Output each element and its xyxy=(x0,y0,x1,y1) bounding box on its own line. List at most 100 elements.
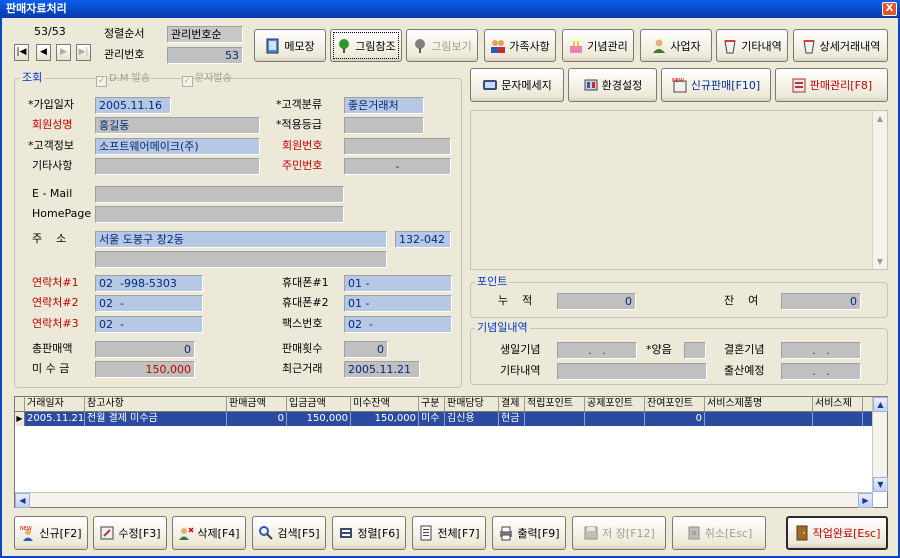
grid-column-header[interactable]: 결제 xyxy=(499,397,525,411)
fax-field[interactable]: 02 - xyxy=(344,316,452,333)
contact1-field[interactable]: 02 -998-5303 xyxy=(95,275,203,292)
join-date-field[interactable]: 2005.11.16 xyxy=(95,97,171,114)
lunar-field[interactable] xyxy=(684,342,706,359)
grid-column-header[interactable]: 공제포인트 xyxy=(585,397,645,411)
grid-column-header[interactable]: 구분 xyxy=(419,397,445,411)
other-anniv-field[interactable] xyxy=(557,363,707,380)
contact2-field[interactable]: 02 - xyxy=(95,295,203,312)
sms-checkbox[interactable]: ✓ 문자발송 xyxy=(182,73,232,87)
grid-cell[interactable]: 0 xyxy=(645,412,705,426)
grid-column-header[interactable]: 참고사항 xyxy=(85,397,227,411)
image-view-button[interactable]: 그림보기 xyxy=(406,29,478,62)
email-field[interactable] xyxy=(95,186,344,203)
receivable-label: 미 수 금 xyxy=(32,362,70,375)
last-icon: ▶| xyxy=(78,47,89,57)
grid-cell[interactable]: 미수 xyxy=(419,412,445,426)
next-record-button[interactable]: ▶ xyxy=(56,44,71,61)
grid-cell[interactable] xyxy=(585,412,645,426)
notes-scrollbar[interactable]: ▲ ▼ xyxy=(872,111,887,269)
birth-due-field[interactable]: . . xyxy=(781,363,861,380)
grid-column-header[interactable]: 미수잔액 xyxy=(351,397,419,411)
print-icon xyxy=(498,525,514,541)
grid-column-header[interactable]: 판매금액 xyxy=(227,397,287,411)
grid-cell[interactable]: 전월 결제 미수금 xyxy=(85,412,227,426)
grid-cell[interactable]: 0 xyxy=(227,412,287,426)
grid-cell[interactable]: 150,000 xyxy=(351,412,419,426)
grade-field[interactable] xyxy=(344,117,424,134)
grid-column-header[interactable]: 서비스제 xyxy=(813,397,863,411)
homepage-field[interactable] xyxy=(95,206,344,223)
grid-hscroll[interactable]: ◀ ▶ xyxy=(15,492,873,508)
detail-history-button[interactable]: 상세거래내역 xyxy=(793,29,888,62)
search-button[interactable]: 검색[F5] xyxy=(252,516,326,550)
print-button[interactable]: 출력[F9] xyxy=(492,516,566,550)
sms-button[interactable]: 문자메세지 xyxy=(470,68,564,102)
address-line2-field[interactable] xyxy=(95,251,387,268)
dm-checkbox[interactable]: ✓ D.M 발송 xyxy=(96,73,150,87)
contact3-field[interactable]: 02 - xyxy=(95,316,203,333)
grid-column-header[interactable]: 적립포인트 xyxy=(525,397,585,411)
prev-record-button[interactable]: ◀ xyxy=(36,44,51,61)
wedding-field[interactable]: . . xyxy=(781,342,861,359)
memo-button[interactable]: 메모장 xyxy=(254,29,326,62)
new-sale-button[interactable]: NEW 신규판매[F10] xyxy=(661,68,771,102)
sort-button[interactable]: 정렬[F6] xyxy=(332,516,406,550)
table-row[interactable]: 2005.11.21 전월 결제 미수금 0 150,000 150,000 미수 김신용 현… xyxy=(15,412,873,426)
other-history-button[interactable]: 기타내역 xyxy=(716,29,788,62)
member-name-field[interactable]: 홍길동 xyxy=(95,117,260,134)
done-button[interactable]: 작업완료[Esc] xyxy=(786,516,888,550)
cust-info-field[interactable]: 소프트웨어메이크(주) xyxy=(95,138,260,155)
sales-grid[interactable]: 거래일자 참고사항 판매금액 입금금액 미수잔액 구분 판매담당 결제 적립포인트 공제포인트 잔여… xyxy=(14,396,888,508)
grid-cell[interactable] xyxy=(813,412,863,426)
birthday-field[interactable]: . . xyxy=(557,342,637,359)
family-button[interactable]: 가족사항 xyxy=(484,29,556,62)
phone-icon xyxy=(482,77,498,93)
scroll-up-icon[interactable]: ▲ xyxy=(873,397,888,412)
anniversary-button[interactable]: 기념관리 xyxy=(562,29,634,62)
grid-cell[interactable]: 김신용 xyxy=(445,412,499,426)
lunar-label: *양음 xyxy=(646,343,672,356)
grid-cell[interactable] xyxy=(705,412,813,426)
mobile1-field[interactable]: 01 - xyxy=(344,275,452,292)
first-record-button[interactable]: |◀ xyxy=(14,44,29,61)
cust-type-field[interactable]: 좋은거래처 xyxy=(344,97,424,114)
notes-area[interactable]: ▲ ▼ xyxy=(470,110,888,270)
close-button[interactable]: X xyxy=(882,2,897,16)
grid-column-header[interactable]: 잔여포인트 xyxy=(645,397,705,411)
member-no-field[interactable] xyxy=(344,138,451,155)
image-ref-button[interactable]: 그림참조 xyxy=(330,29,402,62)
mobile2-field[interactable]: 01 - xyxy=(344,295,452,312)
grid-column-header[interactable]: 거래일자 xyxy=(25,397,85,411)
all-button[interactable]: 전체[F7] xyxy=(412,516,486,550)
scroll-left-icon[interactable]: ◀ xyxy=(15,493,30,508)
grid-column-header[interactable]: 서비스제품명 xyxy=(705,397,813,411)
prev-icon: ◀ xyxy=(40,47,47,57)
other-field[interactable] xyxy=(95,158,260,175)
grid-vscroll[interactable]: ▲ ▼ xyxy=(872,397,888,492)
edit-button[interactable]: 수정[F3] xyxy=(93,516,167,550)
sale-mgmt-button[interactable]: 판매관리[F8] xyxy=(775,68,888,102)
grid-column-header[interactable]: 입금금액 xyxy=(287,397,351,411)
grid-cell[interactable] xyxy=(525,412,585,426)
grid-cell[interactable]: 현금 xyxy=(499,412,525,426)
grid-cell[interactable]: 150,000 xyxy=(287,412,351,426)
zip-field[interactable]: 132-042 xyxy=(395,231,451,248)
cancel-button[interactable]: 취소[Esc] xyxy=(672,516,766,550)
cup-icon xyxy=(801,38,817,54)
delete-button[interactable]: 삭제[F4] xyxy=(172,516,246,550)
last-record-button[interactable]: ▶| xyxy=(76,44,91,61)
sort-select[interactable]: 관리번호순 xyxy=(167,26,243,43)
address-field[interactable]: 서울 도봉구 창2동 xyxy=(95,231,387,248)
sale-count-label: 판매횟수 xyxy=(282,342,323,355)
settings-icon xyxy=(583,77,599,93)
save-button[interactable]: 저 장[F12] xyxy=(572,516,666,550)
points-balance-field: 0 xyxy=(781,293,861,310)
grid-cell[interactable]: 2005.11.21 xyxy=(25,412,85,426)
resident-no-field[interactable]: - xyxy=(344,158,451,175)
grid-column-header[interactable]: 판매담당 xyxy=(445,397,499,411)
scroll-right-icon[interactable]: ▶ xyxy=(858,493,873,508)
new-button[interactable]: NEW 신규[F2] xyxy=(14,516,88,550)
scroll-down-icon[interactable]: ▼ xyxy=(873,477,888,492)
settings-button[interactable]: 환경설정 xyxy=(568,68,657,102)
business-button[interactable]: 사업자 xyxy=(640,29,712,62)
